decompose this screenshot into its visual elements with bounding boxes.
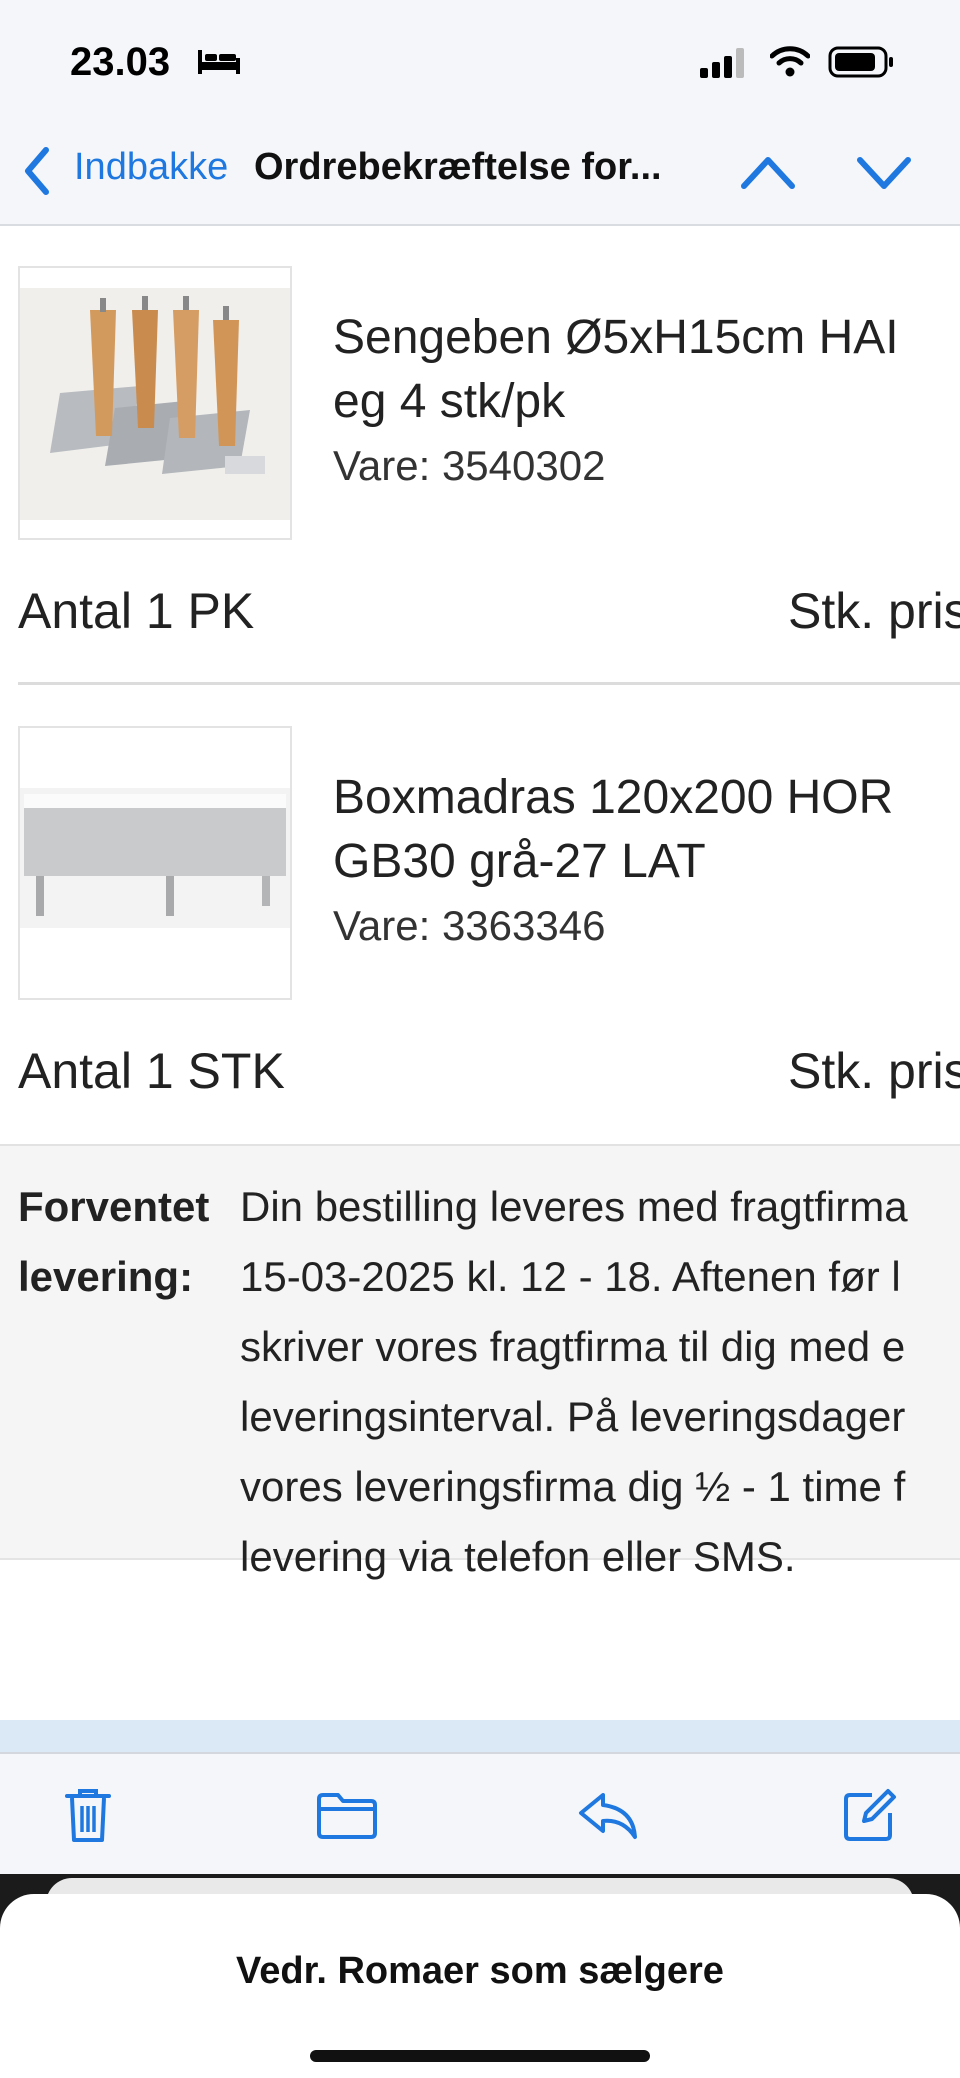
battery-icon: [828, 46, 894, 83]
wifi-icon: [769, 44, 811, 83]
product-name-line-2: GB30 grå-27 LAT: [333, 835, 706, 888]
status-time: 23.03: [70, 40, 171, 84]
delivery-label-line-1: Forventet: [18, 1183, 210, 1230]
product-name-line-1: Sengeben Ø5xH15cm HAI: [333, 311, 899, 364]
mail-toolbar: [0, 1752, 960, 1876]
back-to-inbox-button[interactable]: Indbakke: [74, 146, 228, 189]
delivery-label-line-2: levering:: [18, 1253, 194, 1300]
product-name-line-2: eg 4 stk/pk: [333, 375, 566, 428]
product-sku: Vare: 3540302: [333, 442, 606, 489]
unit-price-label: Stk. pris: [788, 1043, 960, 1099]
trash-icon[interactable]: [48, 1780, 128, 1850]
product-quantity: Antal 1 STK: [18, 1043, 285, 1099]
email-subject-title: Ordrebekræftelse for...: [254, 146, 662, 188]
product-sku: Vare: 3363346: [333, 902, 606, 949]
back-chevron-icon[interactable]: [20, 144, 54, 203]
expected-delivery-label: Forventet levering:: [18, 1172, 238, 1312]
reply-icon[interactable]: [568, 1780, 648, 1850]
sleep-mode-icon: [196, 46, 242, 81]
next-message-chevron-down-icon[interactable]: [856, 152, 912, 197]
home-indicator[interactable]: [310, 2050, 650, 2062]
folder-icon[interactable]: [307, 1780, 387, 1850]
unit-price-label: Stk. pris: [788, 583, 960, 639]
email-body[interactable]: Sengeben Ø5xH15cm HAI eg 4 stk/pk Vare: …: [0, 226, 960, 1752]
product-name-line-1: Boxmadras 120x200 HOR: [333, 771, 894, 824]
previous-message-chevron-up-icon[interactable]: [740, 152, 796, 197]
product-quantity: Antal 1 PK: [18, 583, 255, 639]
status-bar: 23.03: [0, 0, 960, 120]
footer-strip: [0, 1720, 960, 1752]
item-divider: [18, 682, 960, 685]
product-image-box-mattress: [18, 726, 292, 1000]
mail-navigation-bar: Indbakke Ordrebekræftelse for...: [0, 120, 960, 226]
compose-icon[interactable]: [830, 1780, 910, 1850]
delivery-description: Din bestilling leveres med fragtfirma 15…: [240, 1183, 908, 1580]
product-image-bed-legs: [18, 266, 292, 540]
minimized-draft-sheet[interactable]: Vedr. Romaer som sælgere: [0, 1894, 960, 2078]
cellular-signal-icon: [700, 48, 748, 83]
expected-delivery-section: Forventet levering: Din bestilling lever…: [0, 1146, 960, 1580]
draft-subject[interactable]: Vedr. Romaer som sælgere: [0, 1950, 960, 1993]
